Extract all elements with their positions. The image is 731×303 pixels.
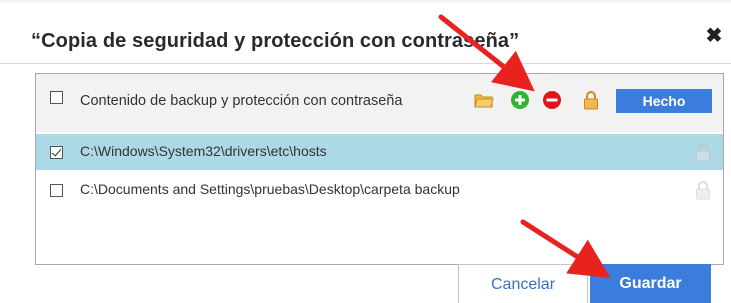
select-all-checkbox[interactable]: [50, 91, 63, 104]
row-path: C:\Documents and Settings\pruebas\Deskto…: [80, 181, 460, 197]
panel-header: Contenido de backup y protección con con…: [36, 74, 723, 132]
dialog-title: “Copia de seguridad y protección con con…: [31, 30, 520, 52]
panel-header-label: Contenido de backup y protección con con…: [80, 93, 403, 109]
done-button[interactable]: Hecho: [616, 89, 712, 113]
remove-circle-icon[interactable]: [542, 90, 562, 110]
backup-dialog: “Copia de seguridad y protección con con…: [0, 0, 731, 303]
list-item[interactable]: C:\Documents and Settings\pruebas\Deskto…: [36, 172, 723, 208]
add-circle-icon[interactable]: [510, 90, 530, 110]
list-item[interactable]: C:\Windows\System32\drivers\etc\hosts: [36, 134, 723, 170]
cancel-button[interactable]: Cancelar: [458, 264, 588, 303]
folder-open-icon[interactable]: [474, 90, 494, 110]
row-checkbox[interactable]: [50, 146, 63, 159]
row-checkbox[interactable]: [50, 184, 63, 197]
close-button[interactable]: ✖: [704, 26, 724, 46]
lock-icon[interactable]: [695, 142, 711, 162]
backup-content-panel: Contenido de backup y protección con con…: [35, 73, 724, 265]
lock-icon[interactable]: [581, 90, 601, 110]
top-border: [0, 0, 731, 4]
row-path: C:\Windows\System32\drivers\etc\hosts: [80, 143, 327, 159]
header-divider: [0, 63, 731, 64]
lock-icon[interactable]: [695, 180, 711, 200]
save-button[interactable]: Guardar: [590, 264, 711, 303]
